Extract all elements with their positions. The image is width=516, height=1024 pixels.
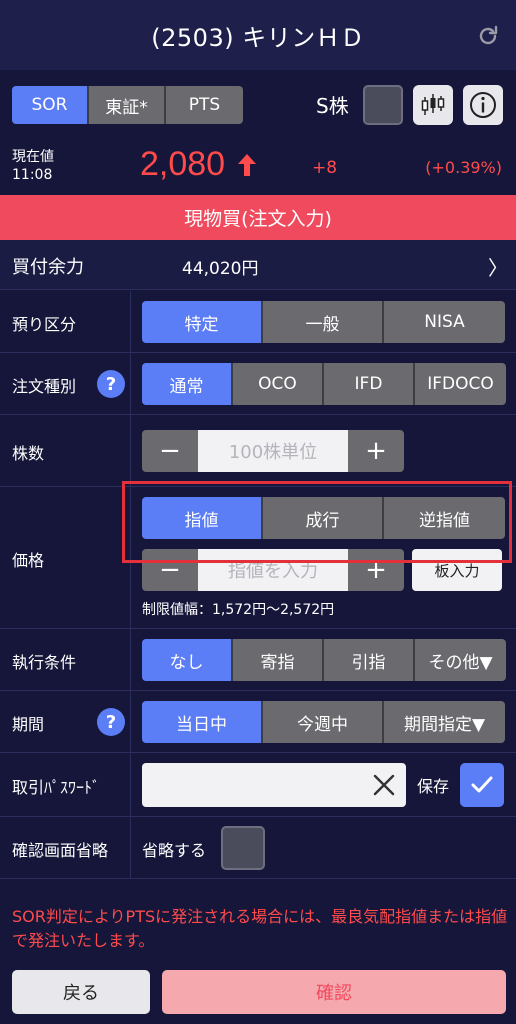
buying-power-value: 44,020円	[182, 259, 259, 279]
row-divider	[130, 353, 131, 414]
price-option-stop[interactable]: 逆指値	[384, 497, 505, 539]
action-bar: 戻る 確認	[0, 962, 516, 1024]
password-row: 取引ﾊﾟｽﾜｰﾄﾞ 保存	[0, 753, 516, 817]
help-icon[interactable]: ?	[97, 370, 125, 398]
save-password-checkbox[interactable]	[460, 763, 504, 807]
period-option-this-week[interactable]: 今週中	[263, 701, 384, 743]
market-option-sor[interactable]: SOR	[12, 86, 89, 124]
quantity-increase-button[interactable]: +	[348, 430, 404, 472]
price-stepper: − 指値を入力 +	[142, 549, 404, 591]
buying-power-label: 買付余力	[12, 257, 84, 278]
execution-option-close[interactable]: 引指	[324, 639, 415, 681]
skip-confirm-label: 確認画面省略	[12, 841, 109, 860]
buying-power-row[interactable]: 買付余力 44,020円 〉	[0, 240, 516, 290]
row-divider	[130, 629, 131, 690]
chevron-right-icon: 〉	[488, 256, 508, 280]
skip-confirm-row: 確認画面省略 省略する	[0, 817, 516, 879]
price-input[interactable]: 指値を入力	[198, 549, 348, 591]
row-divider	[130, 691, 131, 752]
row-divider	[130, 817, 131, 878]
period-selector: 当日中 今週中 期間指定▼	[142, 701, 505, 743]
price-decrease-button[interactable]: −	[142, 549, 198, 591]
execution-option-other[interactable]: その他▼	[415, 639, 506, 681]
arrow-up-icon	[238, 154, 256, 176]
quantity-row: 株数 − 100株単位 +	[0, 415, 516, 487]
order-type-option-ifdoco[interactable]: IFDOCO	[415, 363, 506, 405]
price-increase-button[interactable]: +	[348, 549, 404, 591]
s-kabu-label: S株	[316, 94, 349, 118]
sor-notice: SOR判定によりPTSに発注される場合には、最良気配指値または指値で発注いたしま…	[12, 907, 508, 950]
order-type-label: 注文種別	[12, 377, 77, 396]
back-button[interactable]: 戻る	[12, 970, 150, 1014]
quote-time: 11:08	[12, 167, 53, 183]
password-input[interactable]	[142, 763, 406, 807]
deposit-option-ippan[interactable]: 一般	[263, 301, 384, 343]
order-type-selector: 通常 OCO IFD IFDOCO	[142, 363, 506, 405]
skip-confirm-checkbox[interactable]	[221, 826, 265, 870]
quantity-input[interactable]: 100株単位	[198, 430, 348, 472]
quote-label: 現在値 11:08	[12, 148, 54, 184]
quantity-label: 株数	[12, 444, 45, 463]
board-input-button[interactable]: 板入力	[412, 549, 502, 591]
order-type-row: 注文種別 ? 通常 OCO IFD IFDOCO	[0, 353, 516, 415]
period-row: 期間 ? 当日中 今週中 期間指定▼	[0, 691, 516, 753]
current-price: 2,080	[140, 145, 226, 183]
refresh-icon[interactable]	[476, 24, 500, 48]
password-label: 取引ﾊﾟｽﾜｰﾄﾞ	[12, 778, 101, 797]
execution-row: 執行条件 なし 寄指 引指 その他▼	[0, 629, 516, 691]
order-type-option-oco[interactable]: OCO	[233, 363, 324, 405]
price-row: 価格 指値 成行 逆指値 − 指値を入力 + 板入力 制限値幅：1,572円〜2…	[0, 487, 516, 629]
period-option-specify[interactable]: 期間指定▼	[384, 701, 505, 743]
market-option-pts[interactable]: PTS	[166, 86, 243, 124]
stock-title: (2503) キリンＨＤ	[151, 23, 365, 52]
price-label: 価格	[12, 551, 45, 570]
deposit-row: 預り区分 特定 一般 NISA	[0, 291, 516, 353]
row-divider	[130, 487, 131, 628]
execution-option-open[interactable]: 寄指	[233, 639, 324, 681]
current-price-label: 現在値	[12, 149, 54, 165]
deposit-option-nisa[interactable]: NISA	[384, 301, 505, 343]
quantity-decrease-button[interactable]: −	[142, 430, 198, 472]
execution-label: 執行条件	[12, 653, 77, 672]
price-type-selector: 指値 成行 逆指値	[142, 497, 505, 539]
execution-selector: なし 寄指 引指 その他▼	[142, 639, 506, 681]
price-quote: 現在値 11:08 2,080 +8 (+0.39%)	[0, 140, 516, 195]
deposit-option-tokutei[interactable]: 特定	[142, 301, 263, 343]
quantity-stepper: − 100株単位 +	[142, 430, 404, 472]
help-icon[interactable]: ?	[97, 708, 125, 736]
execution-option-none[interactable]: なし	[142, 639, 233, 681]
chart-button[interactable]	[413, 85, 453, 125]
period-option-today[interactable]: 当日中	[142, 701, 263, 743]
info-button[interactable]	[463, 85, 503, 125]
row-divider	[130, 291, 131, 352]
market-selector: SOR 東証* PTS	[12, 86, 243, 124]
period-label: 期間	[12, 715, 45, 734]
market-option-tse[interactable]: 東証*	[89, 86, 166, 124]
row-divider	[130, 415, 131, 486]
confirm-button[interactable]: 確認	[162, 970, 506, 1014]
market-row: SOR 東証* PTS S株	[0, 70, 516, 140]
deposit-label: 預り区分	[12, 315, 77, 334]
order-type-banner: 現物買(注文入力)	[0, 195, 516, 240]
clear-icon[interactable]	[372, 773, 396, 797]
price-change: +8	[312, 158, 338, 178]
price-option-limit[interactable]: 指値	[142, 497, 263, 539]
price-option-market[interactable]: 成行	[263, 497, 384, 539]
price-limit-range: 制限値幅：1,572円〜2,572円	[142, 602, 335, 618]
order-type-option-ifd[interactable]: IFD	[324, 363, 415, 405]
candlestick-chart-icon	[421, 94, 445, 115]
save-password-label: 保存	[417, 777, 450, 796]
app-header: (2503) キリンＨＤ	[0, 0, 516, 70]
order-type-option-normal[interactable]: 通常	[142, 363, 233, 405]
row-divider	[130, 753, 131, 816]
s-kabu-checkbox[interactable]	[363, 85, 403, 125]
skip-confirm-option-label: 省略する	[142, 841, 207, 860]
info-icon	[470, 92, 496, 118]
checkmark-icon	[471, 776, 493, 793]
price-change-percent: (+0.39%)	[425, 158, 502, 177]
deposit-selector: 特定 一般 NISA	[142, 301, 505, 343]
